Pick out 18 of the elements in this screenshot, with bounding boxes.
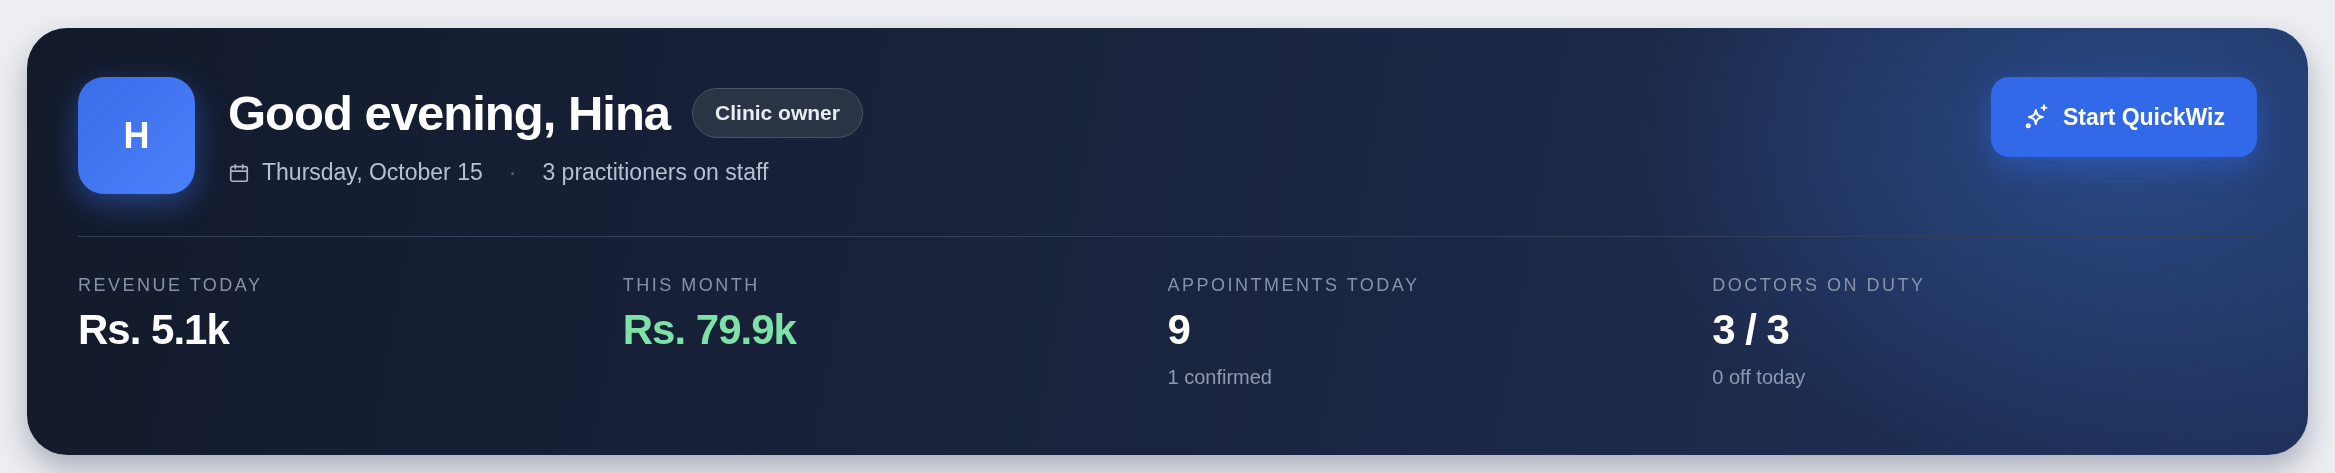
stat-value: Rs. 5.1k	[78, 306, 229, 354]
date-text: Thursday, October 15	[262, 159, 483, 186]
avatar: H	[78, 77, 195, 194]
greeting-title: Good evening, Hina	[228, 85, 671, 141]
stat-label: APPOINTMENTS TODAY	[1167, 275, 1420, 296]
stat-value: 3 / 3	[1712, 306, 1789, 354]
stat-label: DOCTORS ON DUTY	[1712, 275, 1926, 296]
role-badge: Clinic owner	[692, 88, 863, 138]
start-quickwiz-button[interactable]: Start QuickWiz	[1990, 77, 2257, 157]
staff-count-text: 3 practitioners on staff	[542, 159, 769, 186]
stat-note: 0 off today	[1712, 366, 1806, 389]
stat-value: Rs. 79.9k	[622, 306, 796, 354]
stat-value: 9	[1167, 306, 1190, 354]
stat-label: THIS MONTH	[622, 275, 760, 296]
calendar-icon	[228, 161, 250, 184]
separator-dot: ·	[508, 159, 517, 186]
stat-label: REVENUE TODAY	[78, 275, 263, 296]
stat-note: 1 confirmed	[1167, 366, 1272, 389]
